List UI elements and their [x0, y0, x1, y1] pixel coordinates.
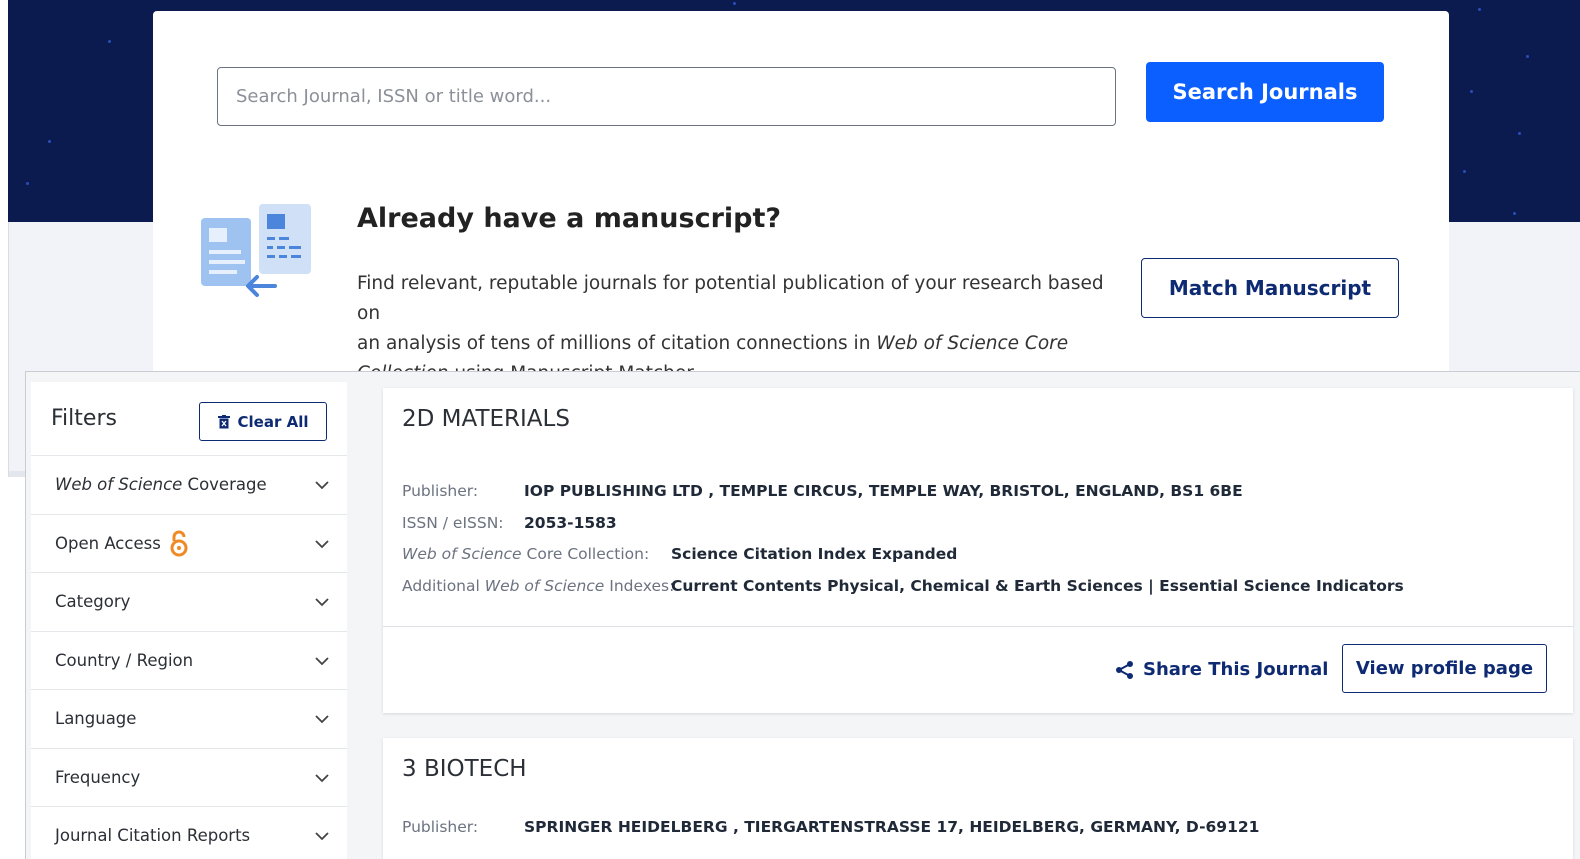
- chevron-down-icon: [315, 773, 329, 782]
- chevron-down-icon: [315, 832, 329, 841]
- clear-all-button[interactable]: Clear All: [199, 402, 327, 441]
- filter-journal-citation-reports[interactable]: Journal Citation Reports: [31, 807, 347, 859]
- publisher-label: Publisher:: [402, 818, 479, 836]
- additional-indexes-value: Current Contents Physical, Chemical & Ea…: [671, 577, 1404, 595]
- filter-country-region[interactable]: Country / Region: [31, 632, 347, 690]
- match-manuscript-button[interactable]: Match Manuscript: [1141, 258, 1399, 318]
- view-profile-button[interactable]: View profile page: [1342, 644, 1547, 693]
- core-collection-value: Science Citation Index Expanded: [671, 545, 958, 563]
- journal-card: 3 BIOTECH Publisher: SPRINGER HEIDELBERG…: [383, 738, 1573, 859]
- publisher-value: IOP PUBLISHING LTD , TEMPLE CIRCUS, TEMP…: [524, 482, 1243, 500]
- filters-title: Filters: [51, 406, 117, 431]
- chevron-down-icon: [315, 539, 329, 548]
- manuscript-icon: [201, 204, 311, 297]
- filter-category[interactable]: Category: [31, 573, 347, 632]
- divider: [383, 626, 1573, 627]
- chevron-down-icon: [315, 481, 329, 490]
- search-card: Search Journals Already have a manuscrip…: [153, 11, 1449, 384]
- results-panel: Filters Clear All Web of Science Coverag…: [25, 371, 1580, 859]
- filter-frequency[interactable]: Frequency: [31, 749, 347, 807]
- filters-sidebar: Filters Clear All Web of Science Coverag…: [31, 382, 347, 859]
- journal-search-input[interactable]: [217, 67, 1116, 126]
- chevron-down-icon: [315, 598, 329, 607]
- chevron-down-icon: [315, 656, 329, 665]
- publisher-value: SPRINGER HEIDELBERG , TIERGARTENSTRASSE …: [524, 818, 1260, 836]
- journal-title[interactable]: 3 BIOTECH: [402, 756, 527, 782]
- core-collection-label: Web of Science Core Collection:: [402, 545, 650, 563]
- additional-indexes-label: Additional Web of Science Indexes:: [402, 577, 675, 595]
- issn-label: ISSN / eISSN:: [402, 514, 504, 532]
- journal-title[interactable]: 2D MATERIALS: [402, 406, 570, 432]
- trash-icon: [217, 414, 230, 428]
- filter-language[interactable]: Language: [31, 690, 347, 749]
- publisher-label: Publisher:: [402, 482, 479, 500]
- journal-card: 2D MATERIALS Publisher: IOP PUBLISHING L…: [383, 388, 1573, 713]
- issn-value: 2053-1583: [524, 514, 617, 532]
- search-journals-button[interactable]: Search Journals: [1146, 62, 1384, 122]
- manuscript-title: Already have a manuscript?: [357, 203, 782, 234]
- open-access-icon: [170, 530, 188, 557]
- share-journal-link[interactable]: Share This Journal: [1115, 659, 1328, 680]
- filter-wos-coverage[interactable]: Web of Science Coverage: [31, 456, 347, 515]
- chevron-down-icon: [315, 715, 329, 724]
- share-icon: [1116, 660, 1133, 679]
- filter-open-access[interactable]: Open Access: [31, 515, 347, 573]
